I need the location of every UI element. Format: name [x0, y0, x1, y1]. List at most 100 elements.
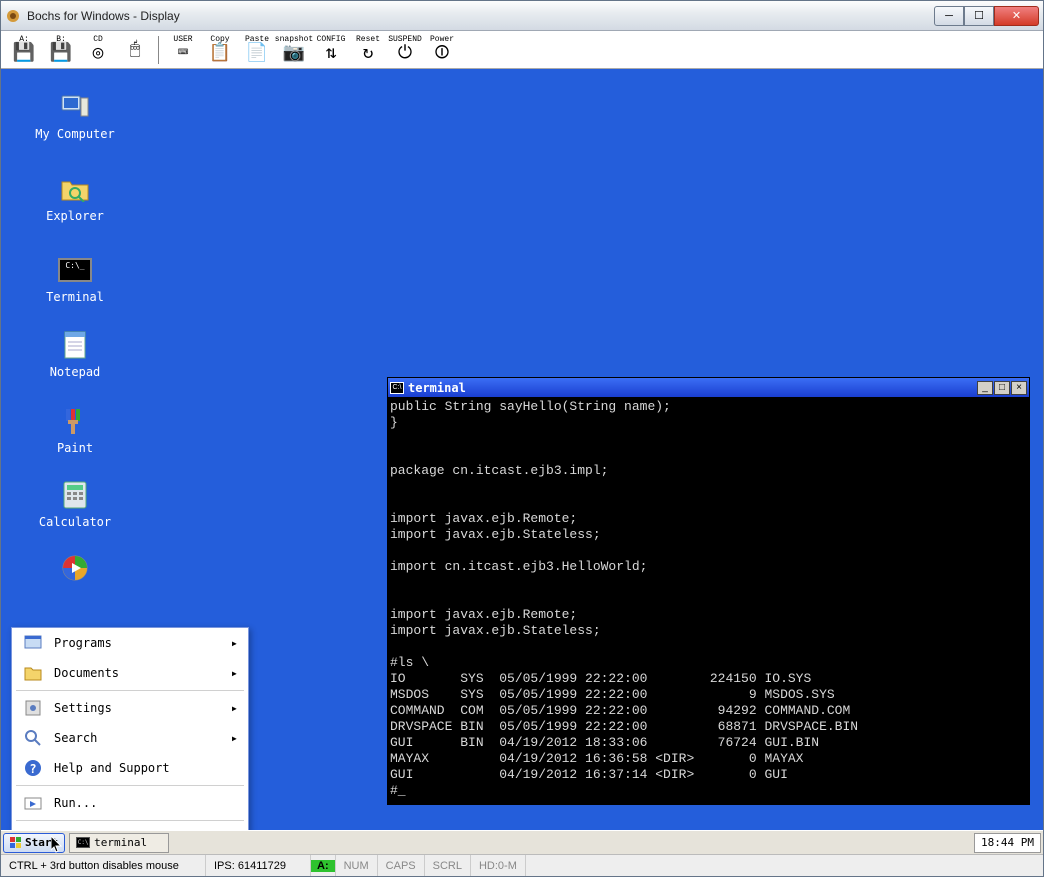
start-menu-settings[interactable]: Settings: [12, 693, 248, 723]
start-menu[interactable]: Programs Documents Settings Search? Help and…: [11, 627, 249, 854]
start-menu-documents[interactable]: Documents: [12, 658, 248, 688]
toolbar-label: CONFIG: [317, 36, 346, 44]
start-button[interactable]: Start: [3, 833, 65, 853]
start-label: Start: [25, 836, 58, 849]
toolbar-label: Power: [430, 36, 454, 44]
svg-text:?: ?: [29, 762, 36, 776]
toolbar-label: USER: [173, 36, 192, 44]
toolbar-label: SUSPEND: [388, 36, 422, 44]
toolbar-label: A:: [19, 36, 29, 44]
desktop-icon-explorer[interactable]: Explorer: [35, 171, 115, 223]
calculator-icon: [35, 477, 115, 513]
taskbar-item-label: terminal: [94, 836, 147, 849]
status-hd: HD:0-M: [471, 855, 526, 876]
toolbar-label: Copy: [210, 36, 229, 44]
terminal-output: public String sayHello(String name); } p…: [388, 397, 1029, 804]
status-drive: A:: [311, 855, 336, 876]
toolbar-label: CD: [93, 36, 103, 44]
copy-icon: 📋: [209, 44, 231, 64]
start-menu-label: Help and Support: [54, 761, 170, 775]
toolbar-reset[interactable]: Reset↻: [351, 33, 385, 67]
bochs-icon: [5, 8, 21, 24]
cd-icon: ◎: [93, 44, 104, 64]
guest-desktop[interactable]: CalculatorPaintNotepadC:\_TerminalExplor…: [1, 69, 1043, 854]
floppy-icon: 💾: [50, 44, 72, 64]
explorer-icon: [35, 171, 115, 207]
desktop-icon-label: Explorer: [35, 209, 115, 223]
help-icon: ?: [22, 757, 44, 779]
toolbar-power[interactable]: Power⏼: [425, 33, 459, 67]
minimize-button[interactable]: ─: [934, 6, 964, 26]
maximize-button[interactable]: ☐: [964, 6, 994, 26]
documents-icon: [22, 662, 44, 684]
start-menu-label: Programs: [54, 636, 112, 650]
terminal-window[interactable]: C:\ terminal _ □ × public String sayHell…: [387, 377, 1030, 805]
toolbar-b:[interactable]: B:💾: [44, 33, 78, 67]
desktop-icon-paint[interactable]: Paint: [35, 403, 115, 455]
terminal-icon: C:\_: [35, 252, 115, 288]
mouse-icon: 🖱: [130, 40, 141, 60]
keyboard-icon: ⌨: [178, 44, 189, 64]
close-button[interactable]: ✕: [994, 6, 1039, 26]
toolbar-paste[interactable]: Paste📄: [240, 33, 274, 67]
paste-icon: 📄: [246, 44, 268, 64]
terminal-title: terminal: [408, 381, 977, 395]
toolbar-config[interactable]: CONFIG⇅: [314, 33, 348, 67]
start-menu-search[interactable]: Search: [12, 723, 248, 753]
start-menu-help-and-support[interactable]: ? Help and Support: [12, 753, 248, 783]
start-menu-label: Run...: [54, 796, 97, 810]
start-menu-programs[interactable]: Programs: [12, 628, 248, 658]
toolbar-user[interactable]: USER⌨: [166, 33, 200, 67]
status-bar: CTRL + 3rd button disables mouse IPS: 61…: [1, 854, 1043, 876]
toolbar-snapshot[interactable]: snapshot📷: [277, 33, 311, 67]
terminal-minimize-button[interactable]: _: [977, 381, 993, 395]
toolbar-copy[interactable]: Copy📋: [203, 33, 237, 67]
terminal-icon: C:\: [390, 382, 404, 394]
windows-flag-icon: [10, 837, 22, 849]
toolbar-label: Reset: [356, 36, 380, 44]
desktop-icon-label: Paint: [35, 441, 115, 455]
toolbar-label: snapshot: [275, 36, 313, 44]
desktop-icon-label: My Computer: [35, 127, 115, 141]
start-menu-label: Documents: [54, 666, 119, 680]
config-icon: ⇅: [326, 44, 337, 64]
start-menu-run[interactable]: Run...: [12, 788, 248, 818]
desktop-icon-my-computer[interactable]: My Computer: [35, 89, 115, 141]
status-num: NUM: [336, 855, 378, 876]
taskbar-item-terminal[interactable]: C:\ terminal: [69, 833, 169, 853]
toolbar-a:[interactable]: A:💾: [7, 33, 41, 67]
toolbar-suspend[interactable]: SUSPEND⏻: [388, 33, 422, 67]
search-icon: [22, 727, 44, 749]
power-icon: ⏼: [435, 44, 449, 64]
bochs-toolbar: A:💾B:💾CD◎🖱USER⌨Copy📋Paste📄snapshot📷CONFI…: [1, 31, 1043, 69]
taskbar-clock[interactable]: 18:44 PM: [974, 833, 1041, 853]
programs-icon: [22, 632, 44, 654]
toolbar-label: Paste: [245, 36, 269, 44]
desktop-icon-media[interactable]: [35, 550, 115, 588]
desktop-icon-label: Terminal: [35, 290, 115, 304]
run-icon: [22, 792, 44, 814]
toolbar-label: B:: [56, 36, 66, 44]
window-title: Bochs for Windows - Display: [27, 9, 934, 23]
terminal-icon: C:\: [76, 837, 90, 848]
outer-titlebar: Bochs for Windows - Display ─ ☐ ✕: [1, 1, 1043, 31]
start-menu-label: Settings: [54, 701, 112, 715]
notepad-icon: [35, 327, 115, 363]
desktop-icon-calculator[interactable]: Calculator: [35, 477, 115, 529]
toolbar-mouse[interactable]: 🖱: [118, 33, 152, 67]
terminal-titlebar[interactable]: C:\ terminal _ □ ×: [388, 378, 1029, 397]
terminal-maximize-button[interactable]: □: [994, 381, 1010, 395]
status-caps: CAPS: [378, 855, 425, 876]
start-menu-label: Search: [54, 731, 97, 745]
status-scrl: SCRL: [425, 855, 471, 876]
desktop-icon-label: Calculator: [35, 515, 115, 529]
suspend-icon: ⏻: [398, 44, 412, 64]
status-mouse-hint: CTRL + 3rd button disables mouse: [1, 855, 206, 876]
toolbar-cd[interactable]: CD◎: [81, 33, 115, 67]
desktop-icon-terminal[interactable]: C:\_ Terminal: [35, 252, 115, 304]
status-ips: IPS: 61411729: [206, 855, 311, 876]
terminal-close-button[interactable]: ×: [1011, 381, 1027, 395]
settings-icon: [22, 697, 44, 719]
desktop-icon-notepad[interactable]: Notepad: [35, 327, 115, 379]
computer-icon: [35, 89, 115, 125]
